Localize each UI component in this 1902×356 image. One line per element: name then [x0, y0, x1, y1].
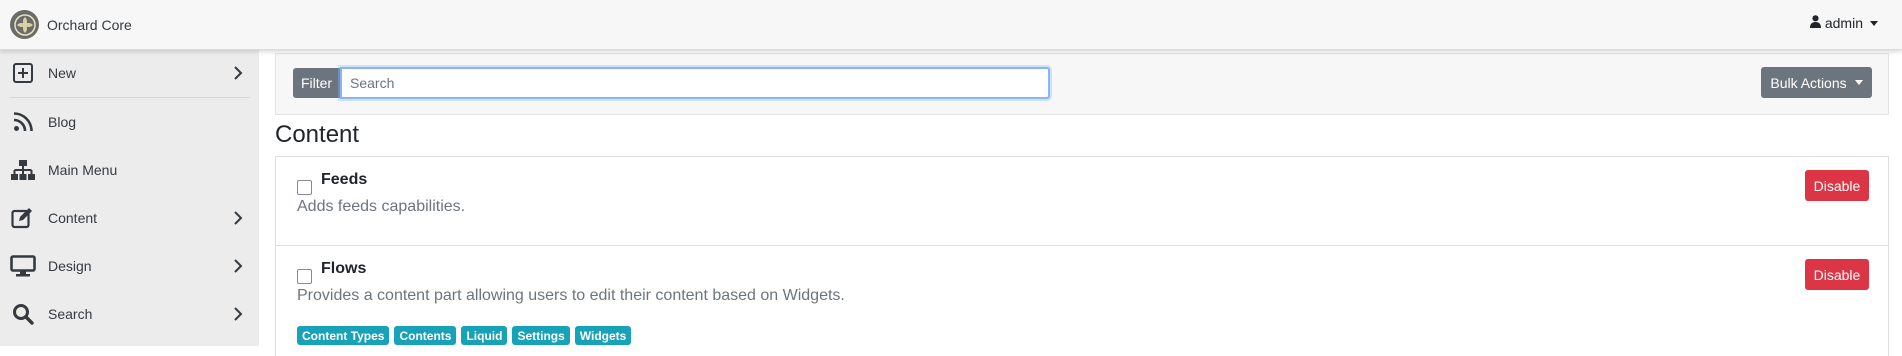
- bulk-actions-label: Bulk Actions: [1770, 74, 1847, 91]
- dependency-badge: Settings: [512, 326, 570, 345]
- disable-button[interactable]: Disable: [1805, 170, 1869, 201]
- search-icon: [10, 301, 36, 327]
- chevron-down-icon: [1870, 20, 1878, 26]
- filter-label: Filter: [293, 68, 340, 98]
- chevron-right-icon: [234, 211, 243, 225]
- chevron-right-icon: [234, 259, 243, 273]
- feature-description: Adds feeds capabilities.: [297, 198, 466, 215]
- edit-icon: [10, 205, 36, 231]
- orchard-logo-icon: [10, 10, 39, 39]
- sidebar-item-main-menu[interactable]: Main Menu: [0, 148, 259, 192]
- top-navbar: Orchard Core admin: [0, 0, 1902, 50]
- sitemap-icon: [10, 157, 36, 183]
- filter-bar: Filter Bulk Actions: [275, 53, 1889, 115]
- disable-button[interactable]: Disable: [1805, 259, 1869, 290]
- user-icon: [1809, 15, 1821, 31]
- chevron-right-icon: [234, 307, 243, 321]
- user-menu-toggle[interactable]: admin: [1809, 15, 1878, 31]
- sidebar-item-label: Blog: [48, 114, 77, 130]
- dependency-badges: Content Types Contents Liquid Settings W…: [297, 326, 636, 345]
- chevron-down-icon: [1854, 80, 1863, 85]
- dependency-badge: Liquid: [461, 326, 508, 345]
- feature-description: Provides a content part allowing users t…: [297, 287, 845, 304]
- sidebar-item-label: Design: [48, 258, 92, 274]
- sidebar-item-search[interactable]: Search: [0, 292, 259, 336]
- sidebar-item-label: Search: [48, 306, 93, 322]
- feature-title: Flows: [321, 260, 367, 277]
- user-name: admin: [1824, 15, 1863, 31]
- sidebar-item-label: New: [48, 65, 77, 81]
- feature-checkbox[interactable]: [297, 269, 312, 284]
- bulk-actions-button[interactable]: Bulk Actions: [1761, 67, 1872, 98]
- dependency-badge: Content Types: [297, 326, 390, 345]
- sidebar-item-new[interactable]: New: [0, 51, 259, 95]
- sidebar-item-content[interactable]: Content: [0, 196, 259, 240]
- feature-checkbox[interactable]: [297, 180, 312, 195]
- rss-icon: [10, 109, 36, 135]
- plus-square-icon: [10, 60, 36, 86]
- list-item: Feeds Adds feeds capabilities. Disable: [276, 157, 1888, 246]
- search-input[interactable]: [340, 67, 1050, 99]
- dependency-badge: Contents: [394, 326, 457, 345]
- sidebar-item-label: Content: [48, 210, 98, 226]
- chevron-right-icon: [234, 66, 243, 80]
- list-item: Flows Provides a content part allowing u…: [276, 246, 1888, 335]
- sidebar-item-design[interactable]: Design: [0, 244, 259, 288]
- sidebar-divider: [10, 97, 250, 98]
- dependency-badge: Widgets: [574, 326, 632, 345]
- desktop-icon: [10, 253, 36, 279]
- feature-title: Feeds: [321, 171, 368, 188]
- brand-link[interactable]: Orchard Core: [10, 10, 132, 39]
- page-title: Content: [275, 121, 360, 148]
- brand-name: Orchard Core: [47, 16, 132, 33]
- sidebar-item-label: Main Menu: [48, 162, 118, 178]
- admin-sidebar: New Blog Main Menu Content Design Search: [0, 50, 259, 346]
- feature-list: Feeds Adds feeds capabilities. Disable F…: [275, 156, 1889, 356]
- sidebar-item-blog[interactable]: Blog: [0, 100, 259, 144]
